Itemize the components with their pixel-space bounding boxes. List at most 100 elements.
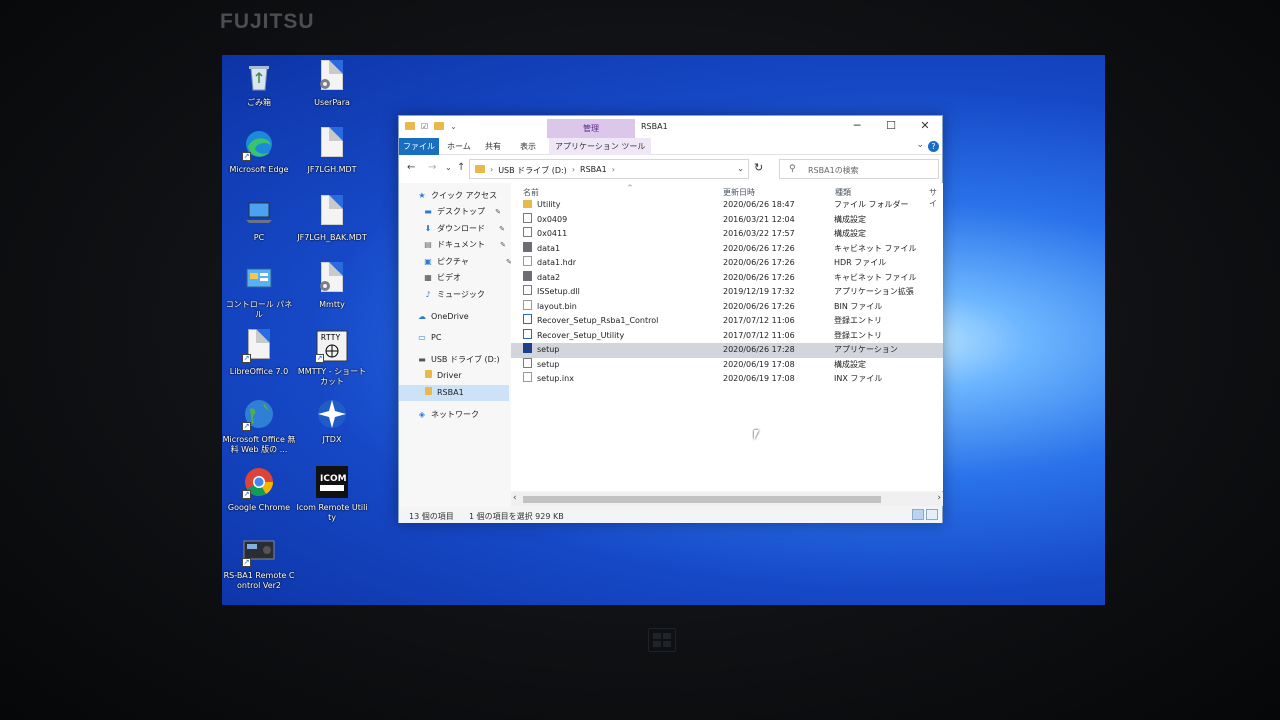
search-icon: ⚲ xyxy=(789,164,796,174)
nav-item-videos[interactable]: ▦ ビデオ xyxy=(423,270,461,286)
ribbon-expand-icon[interactable]: ⌄ xyxy=(916,140,924,150)
column-header-name[interactable]: 名前 ^ xyxy=(523,184,633,198)
scroll-left-icon[interactable]: ‹ xyxy=(513,493,517,503)
nav-item-driver[interactable]: Driver xyxy=(423,368,462,384)
desktop-icon-office-web[interactable]: ↗ Microsoft Office 無料 Web 版の ... xyxy=(222,397,296,455)
config-file-icon xyxy=(523,357,532,368)
minimize-button[interactable]: ─ xyxy=(840,116,874,138)
desktop-icon-chrome[interactable]: ↗ Google Chrome xyxy=(222,465,296,513)
pin-icon[interactable]: ✎ xyxy=(499,221,505,237)
address-dropdown-icon[interactable]: ⌄ xyxy=(737,164,744,173)
back-button[interactable]: ← xyxy=(407,162,415,173)
new-folder-icon[interactable] xyxy=(434,122,445,130)
file-type: 構成設定 xyxy=(834,359,866,369)
tab-share[interactable]: 共有 xyxy=(485,138,501,155)
desktop-icon-pc[interactable]: PC xyxy=(222,195,296,243)
table-row[interactable]: 0x0409 2016/03/21 12:04 構成設定 xyxy=(511,212,943,228)
help-icon[interactable]: ? xyxy=(928,141,939,152)
nav-item-pc[interactable]: ▭ PC xyxy=(417,330,441,346)
cloud-icon: ☁ xyxy=(418,312,426,321)
details-view-icon[interactable] xyxy=(912,509,924,520)
navigation-pane: ★ クイック アクセス ▬ デスクトップ ✎ ⬇ ダウンロード ✎ ▤ ドキュメント ✎ ▣ ピ… xyxy=(399,183,512,507)
tab-view[interactable]: 表示 xyxy=(520,138,536,155)
qat-dropdown-icon[interactable]: ⌄ xyxy=(450,122,457,131)
table-row[interactable]: ISSetup.dll 2019/12/19 17:32 アプリケーション拡張 xyxy=(511,285,943,300)
nav-item-usb-drive[interactable]: ▬ USB ドライブ (D:) xyxy=(417,352,499,368)
up-button[interactable]: ↑ xyxy=(457,162,465,173)
breadcrumb-rsba1[interactable]: RSBA1 xyxy=(580,165,607,176)
column-header-type[interactable]: 種類 xyxy=(835,187,851,198)
folder-icon xyxy=(423,368,433,384)
search-input[interactable]: ⚲ RSBA1の検索 xyxy=(779,159,939,179)
nav-item-rsba1[interactable]: RSBA1 xyxy=(399,385,509,401)
tab-application-tools[interactable]: アプリケーション ツール xyxy=(549,138,652,155)
manage-context-header: 管理 xyxy=(547,119,635,138)
desktop-icon-libreoffice[interactable]: ↗ LibreOffice 7.0 xyxy=(222,329,296,377)
desktop-icon-recycle-bin[interactable]: ごみ箱 xyxy=(222,60,296,108)
column-header-modified[interactable]: 更新日時 xyxy=(723,187,755,198)
table-row[interactable]: Utility 2020/06/26 18:47 ファイル フォルダー xyxy=(511,198,943,213)
desktop-icon-edge[interactable]: ↗ Microsoft Edge xyxy=(222,127,296,175)
table-row[interactable]: setup 2020/06/19 17:08 構成設定 xyxy=(511,357,943,373)
refresh-button[interactable]: ↻ xyxy=(754,161,763,174)
maximize-button[interactable]: ☐ xyxy=(874,116,908,138)
desktop-icon-control-panel[interactable]: コントロール パネル xyxy=(222,262,296,320)
table-row[interactable]: data2 2020/06/26 17:26 キャビネット ファイル xyxy=(511,270,943,286)
address-bar[interactable]: › USB ドライブ (D:) › RSBA1 › ⌄ xyxy=(469,159,749,179)
file-modified: 2016/03/21 12:04 xyxy=(723,214,795,224)
table-row[interactable]: setup.inx 2020/06/19 17:08 INX ファイル xyxy=(511,372,943,387)
desktop-icon-rsba1[interactable]: ↗ RS-BA1 Remote Control Ver2 xyxy=(222,533,296,591)
large-icons-view-icon[interactable] xyxy=(926,509,938,520)
tab-file[interactable]: ファイル xyxy=(399,138,439,155)
view-buttons xyxy=(912,509,938,520)
nav-item-documents[interactable]: ▤ ドキュメント ✎ xyxy=(423,237,506,253)
nav-item-label: ネットワーク xyxy=(431,410,479,419)
nav-item-quick-access[interactable]: ★ クイック アクセス xyxy=(417,188,497,204)
video-icon: ▦ xyxy=(424,273,432,282)
desktop-icon-userpara[interactable]: UserPara xyxy=(295,60,369,108)
nav-item-music[interactable]: ♪ ミュージック xyxy=(423,287,484,303)
breadcrumb-usb-drive[interactable]: USB ドライブ (D:) xyxy=(498,165,567,176)
desktop-icon-icom-remote[interactable]: ICOM Icom Remote Utility xyxy=(295,465,369,523)
table-row-selected[interactable]: setup 2020/06/26 17:28 アプリケーション xyxy=(511,343,943,358)
nav-item-label: ダウンロード xyxy=(437,224,485,233)
scrollbar-thumb[interactable] xyxy=(523,496,881,503)
file-modified: 2020/06/19 17:08 xyxy=(723,374,795,383)
nav-item-desktop[interactable]: ▬ デスクトップ ✎ xyxy=(423,204,501,220)
nav-item-pictures[interactable]: ▣ ピクチャ ✎ xyxy=(423,254,512,270)
properties-icon[interactable]: ☑ xyxy=(421,122,428,131)
desktop-icon-jf7lgh-bak-mdt[interactable]: JF7LGH_BAK.MDT xyxy=(295,195,369,243)
pin-icon[interactable]: ✎ xyxy=(500,237,506,253)
nav-item-downloads[interactable]: ⬇ ダウンロード ✎ xyxy=(423,221,505,237)
search-placeholder: RSBA1の検索 xyxy=(808,166,859,175)
table-row[interactable]: layout.bin 2020/06/26 17:26 BIN ファイル xyxy=(511,299,943,315)
nav-item-network[interactable]: ◈ ネットワーク xyxy=(417,407,479,423)
table-row[interactable]: data1.hdr 2020/06/26 17:26 HDR ファイル xyxy=(511,256,943,271)
horizontal-scrollbar[interactable]: ‹ › xyxy=(511,492,943,506)
icom-remote-icon: ICOM xyxy=(315,465,349,499)
table-row[interactable]: Recover_Setup_Rsba1_Control 2017/07/12 1… xyxy=(511,314,943,329)
scroll-right-icon[interactable]: › xyxy=(937,493,941,503)
desktop-icon-jtdx[interactable]: JTDX xyxy=(295,397,369,445)
table-row[interactable]: data1 2020/06/26 17:26 キャビネット ファイル xyxy=(511,241,943,257)
breadcrumb-separator: › xyxy=(611,165,615,174)
quick-access-toolbar: ☑ ⌄ xyxy=(405,122,457,131)
desktop-icon-mmtty[interactable]: Mmtty xyxy=(295,262,369,310)
desktop-icon-mmtty-shortcut[interactable]: RTTY ↗ MMTTY - ショートカット xyxy=(295,329,369,387)
ribbon-tabs: ファイル ホーム 共有 表示 アプリケーション ツール ⌄ ? xyxy=(399,138,942,155)
tab-home[interactable]: ホーム xyxy=(447,138,471,155)
desktop-icon-label: Icom Remote Utility xyxy=(296,503,368,522)
file-modified: 2017/07/12 11:06 xyxy=(723,330,795,340)
file-name: data2 xyxy=(537,272,561,282)
recent-locations-button[interactable]: ⌄ xyxy=(445,163,452,172)
column-header-label: 名前 xyxy=(523,188,539,197)
close-button[interactable]: ✕ xyxy=(908,116,942,138)
desktop-icon-jf7lgh-mdt[interactable]: JF7LGH.MDT xyxy=(295,127,369,175)
music-icon: ♪ xyxy=(425,290,431,299)
table-row[interactable]: 0x0411 2016/03/22 17:57 構成設定 xyxy=(511,227,943,242)
pin-icon[interactable]: ✎ xyxy=(495,204,501,220)
nav-item-label: ドキュメント xyxy=(437,240,485,249)
forward-button[interactable]: → xyxy=(428,162,436,173)
nav-item-onedrive[interactable]: ☁ OneDrive xyxy=(417,309,469,325)
table-row[interactable]: Recover_Setup_Utility 2017/07/12 11:06 登… xyxy=(511,328,943,344)
